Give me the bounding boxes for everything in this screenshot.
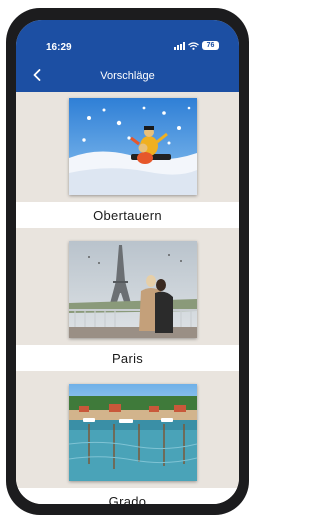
suggestion-label: Paris	[16, 345, 239, 371]
phone-frame: 16:29 76 Vorschläge Obertauern Paris Gra…	[6, 8, 249, 515]
suggestion-image	[69, 384, 197, 481]
suggestion-card-obertauern[interactable]: Obertauern	[16, 92, 239, 235]
suggestion-card-paris[interactable]: Paris	[16, 235, 239, 378]
signal-icon	[174, 41, 185, 50]
status-time: 16:29	[46, 42, 72, 53]
suggestion-label: Grado	[16, 488, 239, 504]
app-screen: 16:29 76 Vorschläge Obertauern Paris Gra…	[16, 20, 239, 504]
suggestion-label: Obertauern	[16, 202, 239, 228]
battery-icon: 76	[202, 41, 219, 50]
suggestion-image	[69, 241, 197, 338]
app-bar: 16:29 76 Vorschläge	[16, 20, 239, 92]
suggestion-image	[69, 98, 197, 195]
suggestion-card-grado[interactable]: Grado	[16, 378, 239, 504]
page-title: Vorschläge	[100, 70, 155, 82]
wifi-icon	[188, 41, 199, 50]
suggestion-list: Obertauern Paris Grado	[16, 92, 239, 504]
status-icons: 76	[174, 41, 219, 50]
